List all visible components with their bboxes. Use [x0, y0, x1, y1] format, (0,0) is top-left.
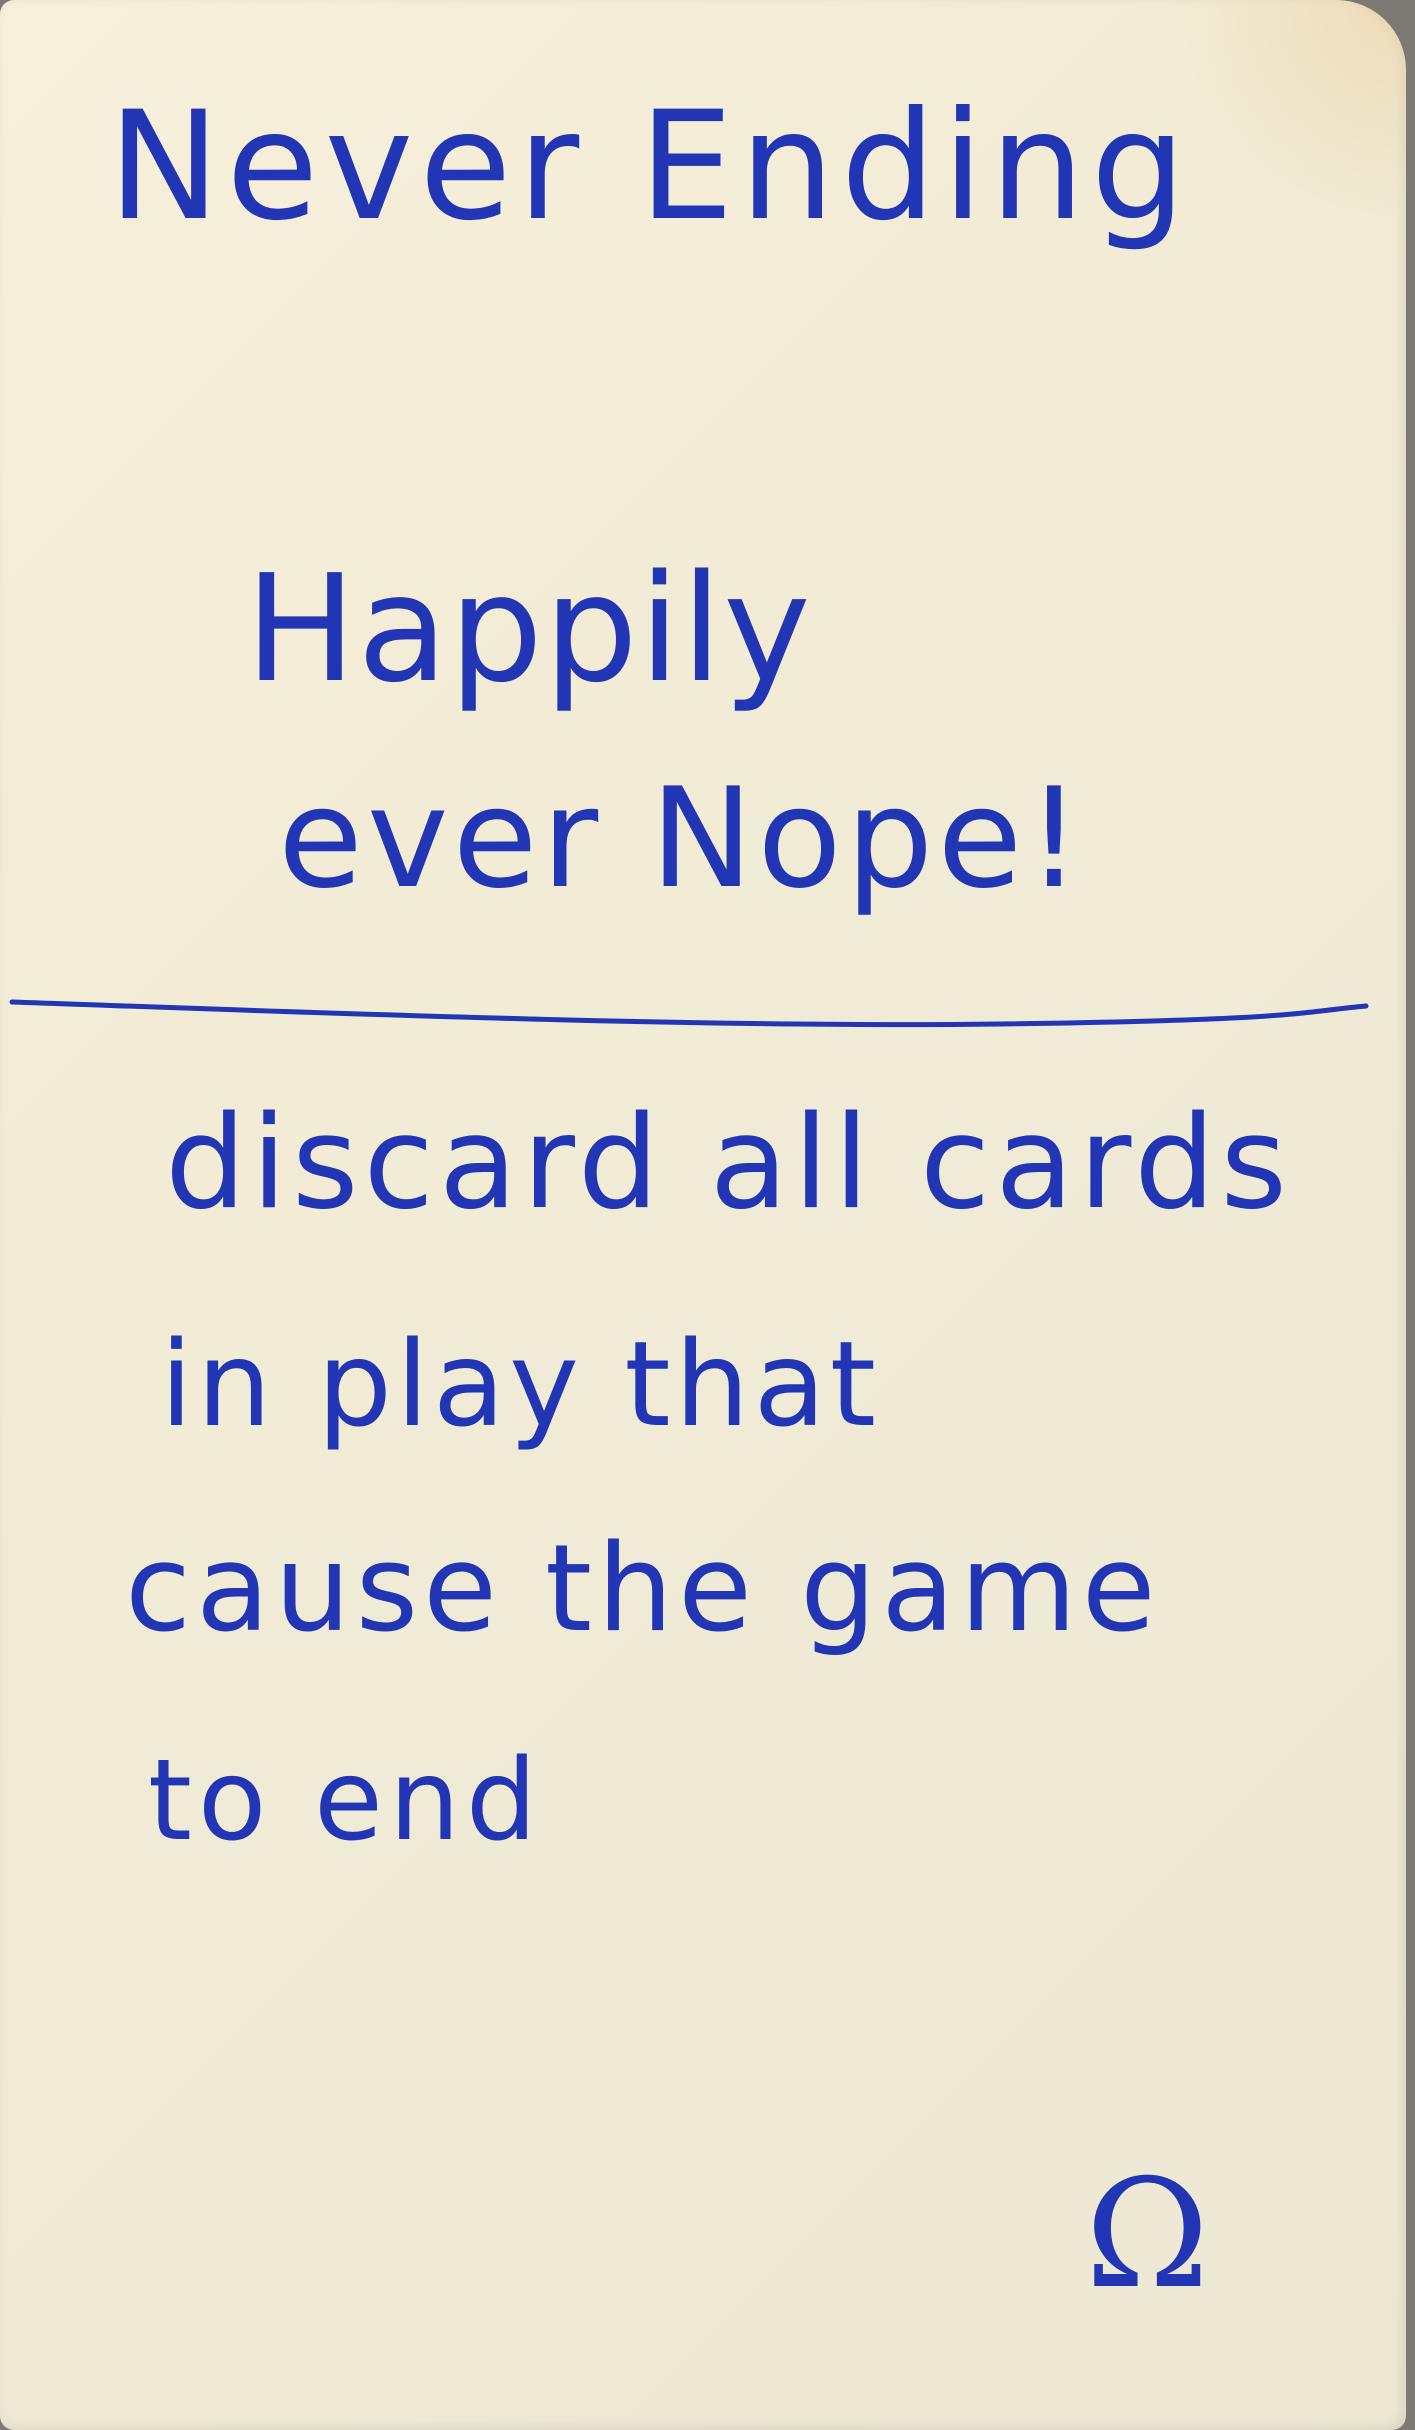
card-title: Never Ending — [108, 80, 1192, 254]
divider-line — [9, 999, 1369, 1028]
omega-symbol-icon: Ω — [1085, 2148, 1211, 2322]
rules-line-3: cause the game — [125, 1520, 1161, 1659]
rules-line-2: in play that — [160, 1315, 881, 1453]
card-subtitle-line-1: Happily — [245, 543, 812, 715]
rules-line-4: to end — [148, 1736, 544, 1866]
card-subtitle-line-2: ever Nope! — [278, 758, 1086, 919]
game-card[interactable]: Never Ending Happily ever Nope! discard … — [0, 0, 1406, 2430]
rules-line-1: discard all cards — [165, 1089, 1292, 1238]
